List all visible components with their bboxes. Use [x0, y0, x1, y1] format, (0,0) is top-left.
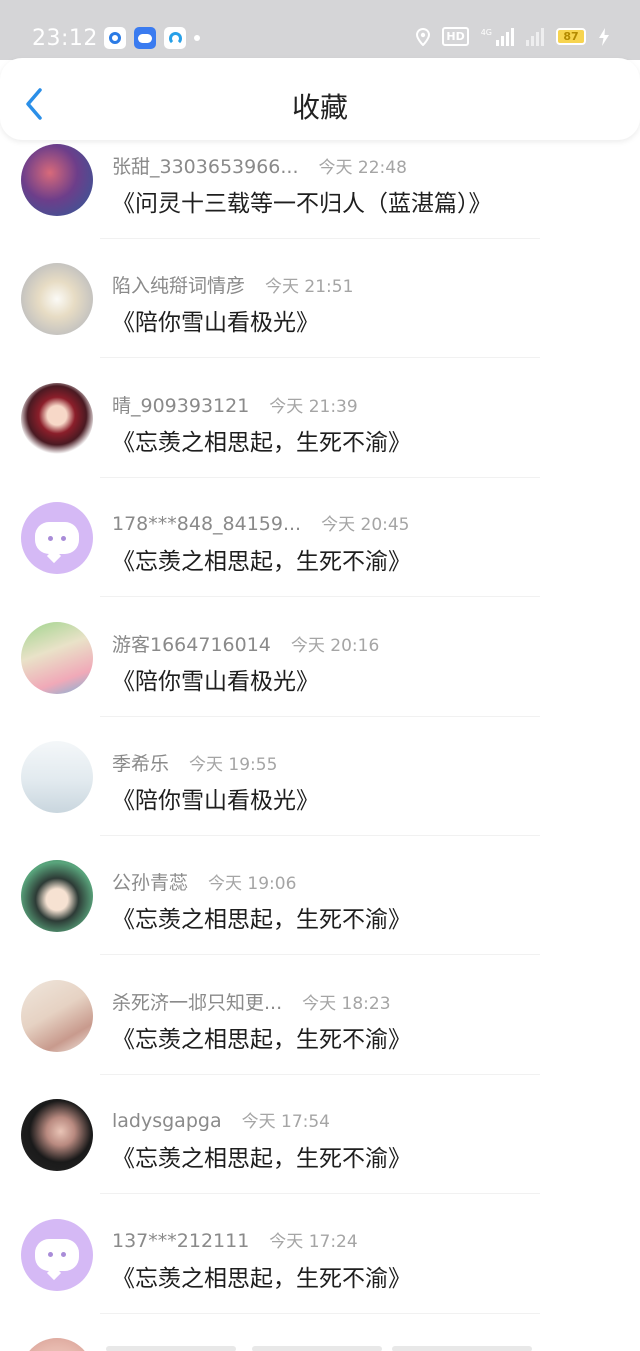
- list-item[interactable]: 杀死济一邶只知更... 今天 18:23 《忘羡之相思起，生死不渝》: [0, 956, 640, 1075]
- username: 晴_909393121: [112, 394, 250, 417]
- list-item[interactable]: 游客1664716014 今天 20:16 《陪你雪山看极光》: [0, 598, 640, 717]
- avatar[interactable]: [21, 144, 93, 216]
- favorite-title[interactable]: 《忘羡之相思起，生死不渝》: [112, 900, 411, 934]
- app-notification-icon: [104, 27, 126, 49]
- favorite-title[interactable]: 《忘羡之相思起，生死不渝》: [112, 1259, 411, 1293]
- avatar[interactable]: [21, 979, 93, 1052]
- status-time: 23:12: [32, 26, 98, 51]
- favorite-title[interactable]: 《陪你雪山看极光》: [112, 662, 319, 696]
- system-status-icons: HD 4G 87: [416, 27, 610, 46]
- favorite-title[interactable]: 《忘羡之相思起，生死不渝》: [112, 1139, 411, 1173]
- username: 季希乐: [112, 752, 170, 775]
- signal-strength-icon: 4G: [481, 27, 514, 46]
- avatar[interactable]: [21, 860, 93, 933]
- hd-voice-badge: HD: [442, 27, 469, 46]
- favorite-title[interactable]: 《忘羡之相思起，生死不渝》: [112, 1020, 411, 1054]
- timestamp: 今天 17:24: [269, 1231, 358, 1252]
- avatar[interactable]: [21, 621, 93, 694]
- notification-icons: [104, 27, 200, 49]
- list-item[interactable]: 张甜_3303653966... 今天 22:48 《问灵十三载等一不归人（蓝湛篇…: [0, 120, 640, 239]
- location-icon: [416, 27, 431, 46]
- timestamp: 今天 19:55: [189, 754, 278, 775]
- username: 张甜_3303653966...: [112, 156, 299, 178]
- avatar[interactable]: [21, 263, 93, 336]
- favorite-title[interactable]: 《陪你雪山看极光》: [112, 781, 319, 815]
- loading-placeholder: [106, 1346, 236, 1351]
- favorite-title[interactable]: 《陪你雪山看极光》: [112, 303, 319, 337]
- list-item-partial[interactable]: [0, 1316, 640, 1351]
- chat-bubble-icon: [35, 1238, 79, 1271]
- default-avatar[interactable]: [21, 502, 93, 575]
- username: ladysgapga: [112, 1110, 222, 1133]
- list-item[interactable]: 公孙青蕊 今天 19:06 《忘羡之相思起，生死不渝》: [0, 836, 640, 956]
- username: 137***212111: [112, 1229, 250, 1252]
- timestamp: 今天 20:16: [290, 635, 380, 656]
- username: 杀死济一邶只知更...: [112, 991, 283, 1014]
- timestamp: 今天 20:45: [321, 515, 410, 536]
- favorite-title[interactable]: 《问灵十三载等一不归人（蓝湛篇）》: [112, 184, 492, 218]
- timestamp: 今天 22:48: [318, 158, 407, 178]
- timestamp: 今天 17:54: [241, 1112, 330, 1133]
- status-bar: 23:12 HD 4G 87: [0, 0, 640, 60]
- divider: [100, 1312, 540, 1314]
- favorite-title[interactable]: 《忘羡之相思起，生死不渝》: [112, 423, 411, 457]
- username: 游客1664716014: [112, 633, 271, 656]
- list-item[interactable]: 季希乐 今天 19:55 《陪你雪山看极光》: [0, 717, 640, 836]
- favorites-list: 张甜_3303653966... 今天 22:48 《问灵十三载等一不归人（蓝湛篇…: [0, 120, 640, 1314]
- browser-app-icon: [164, 27, 186, 49]
- favorite-title[interactable]: 《忘羡之相思起，生死不渝》: [112, 542, 411, 576]
- timestamp: 今天 18:23: [302, 993, 391, 1014]
- chat-bubble-icon: [35, 522, 79, 555]
- list-item[interactable]: 178***848_84159... 今天 20:45 《忘羡之相思起，生死不渝》: [0, 478, 640, 598]
- list-item[interactable]: 晴_909393121 今天 21:39 《忘羡之相思起，生死不渝》: [0, 359, 640, 478]
- username: 陷入纯搿词情彦: [112, 275, 246, 298]
- list-item[interactable]: 陷入纯搿词情彦 今天 21:51 《陪你雪山看极光》: [0, 239, 640, 359]
- username: 178***848_84159...: [112, 513, 302, 536]
- loading-placeholder: [252, 1346, 382, 1351]
- avatar[interactable]: [21, 382, 93, 455]
- avatar[interactable]: [21, 1338, 93, 1351]
- signal-strength-secondary-icon: [526, 27, 544, 46]
- list-item[interactable]: 137***212111 今天 17:24 《忘羡之相思起，生死不渝》: [0, 1195, 640, 1314]
- charging-icon: [599, 27, 609, 46]
- avatar[interactable]: [21, 740, 93, 813]
- username: 公孙青蕊: [112, 872, 189, 895]
- timestamp: 今天 19:06: [208, 874, 297, 895]
- loading-placeholder: [392, 1346, 532, 1351]
- default-avatar[interactable]: [21, 1218, 93, 1291]
- timestamp: 今天 21:51: [265, 277, 354, 298]
- list-item[interactable]: ladysgapga 今天 17:54 《忘羡之相思起，生死不渝》: [0, 1075, 640, 1195]
- avatar[interactable]: [21, 1099, 93, 1172]
- more-notifications-dot-icon: [194, 35, 200, 41]
- timestamp: 今天 21:39: [269, 396, 358, 417]
- battery-indicator: 87: [556, 28, 586, 45]
- cloud-app-icon: [134, 27, 156, 49]
